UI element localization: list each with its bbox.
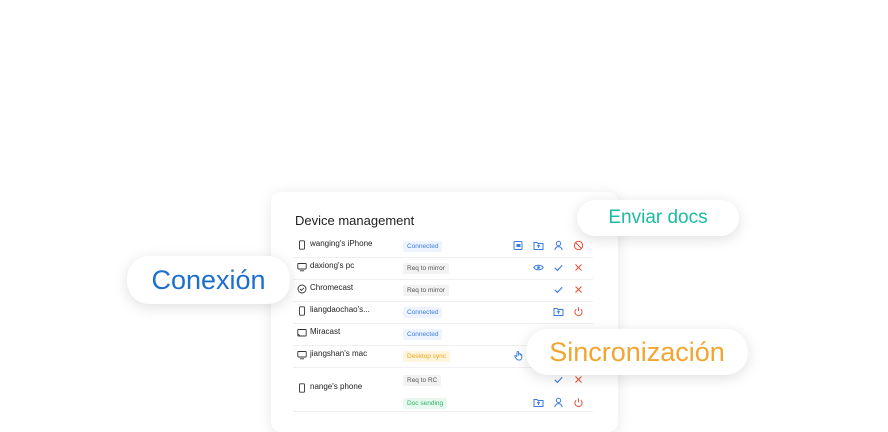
upload-folder-icon[interactable] [553,306,564,317]
screen-icon[interactable] [513,240,524,251]
status-badge: Doc sending [403,398,448,409]
check-icon[interactable] [553,374,564,385]
status-badge: Req to mirror [403,263,449,274]
status-badge: Connected [403,241,443,252]
close-icon[interactable] [573,284,584,295]
power-icon[interactable] [573,306,584,317]
block-icon[interactable] [573,240,584,251]
enviar-docs-callout: Enviar docs [577,200,739,236]
upload-folder-icon[interactable] [533,397,544,408]
device-management-card: Device management wanging's iPhone Conne… [271,192,618,432]
status-badge: Connected [403,329,443,340]
chromecast-icon [297,284,307,294]
status-badge: Req to RC [403,375,442,386]
monitor-icon [297,351,307,360]
upload-folder-icon[interactable] [533,240,544,251]
device-row[interactable]: liangdaochao's... Connected [293,301,593,324]
monitor-icon [297,263,307,272]
device-name: jiangshan's mac [310,349,368,358]
close-icon[interactable] [573,374,584,385]
conexion-callout: Conexión [127,256,290,304]
device-row[interactable]: daxiong's pc Req to mirror [293,257,593,280]
phone-icon [299,383,305,393]
sincronizacion-callout: Sincronización [526,329,748,375]
device-row[interactable]: wanging's iPhone Connected [293,235,593,258]
close-icon[interactable] [573,262,584,273]
eye-icon[interactable] [533,262,544,273]
status-badge: Req to mirror [403,285,449,296]
user-icon[interactable] [553,397,564,408]
check-icon[interactable] [553,284,564,295]
phone-icon [299,240,305,250]
device-name: Miracast [310,327,341,336]
status-badge: Connected [403,307,443,318]
device-name: nange's phone [310,382,363,391]
cast-icon [297,329,307,337]
check-icon[interactable] [553,262,564,273]
status-badge: Desktop sync [403,351,451,362]
user-icon[interactable] [553,240,564,251]
phone-icon [299,306,305,316]
device-name: daxiong's pc [310,261,355,270]
card-title: Device management [295,213,415,228]
device-row[interactable]: Chromecast Req to mirror [293,279,593,302]
device-name: wanging's iPhone [310,239,373,248]
device-name: Chromecast [310,283,354,292]
device-name: liangdaochao's... [310,305,370,314]
power-icon[interactable] [573,397,584,408]
hand-icon[interactable] [513,350,524,361]
